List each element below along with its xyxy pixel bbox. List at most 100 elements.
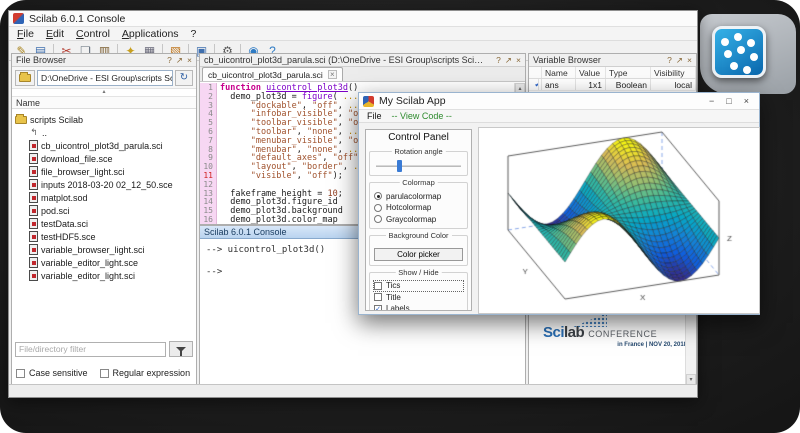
regular-expression-checkbox[interactable]: Regular expression <box>100 368 191 378</box>
up-directory-icon: ↰ <box>29 127 39 138</box>
help-panel-icon[interactable]: ? <box>167 55 172 66</box>
checkbox-icon <box>374 293 382 301</box>
scinotes-title: cb_uicontrol_plot3d_parula.sci (D:\OneDr… <box>204 55 484 65</box>
colormap-radio[interactable]: Graycolormap <box>374 214 463 225</box>
conference-subtitle: in France | NOV 20, 2018 <box>543 342 691 348</box>
news-scrollbar[interactable]: ▾ <box>685 309 696 385</box>
filter-button[interactable] <box>169 341 193 357</box>
file-item[interactable]: inputs 2018-03-20 02_12_50.sce <box>12 178 196 191</box>
sci-file-icon <box>29 140 38 151</box>
open-folder-button[interactable] <box>15 70 35 86</box>
radio-icon <box>374 192 382 200</box>
menu-item[interactable]: File <box>11 28 40 40</box>
close-panel-icon[interactable]: × <box>687 55 692 66</box>
sci-file-icon <box>29 257 38 268</box>
menu-item[interactable]: Control <box>70 28 116 40</box>
app-title-bar[interactable]: My Scilab App − □ × <box>359 93 759 110</box>
file-item[interactable]: testHDF5.sce <box>12 230 196 243</box>
name-column-header[interactable]: Name <box>12 96 196 109</box>
panel-buttons: ? ↗ × <box>496 55 521 66</box>
file-item-label: variable_browser_light.sci <box>41 245 145 255</box>
menu-item[interactable]: Applications <box>116 28 185 40</box>
colormap-radio[interactable]: parulacolormap <box>374 191 463 202</box>
sci-file-icon <box>29 192 38 203</box>
title-bar[interactable]: Scilab 6.0.1 Console <box>9 11 697 27</box>
colormap-radio[interactable]: Hotcolormap <box>374 203 463 214</box>
app-window-title: My Scilab App <box>379 95 446 107</box>
radio-label: Hotcolormap <box>386 203 431 212</box>
menu-item[interactable]: ? <box>185 28 203 40</box>
checkbox-icon: ✓ <box>374 305 382 311</box>
undock-panel-icon[interactable]: ↗ <box>676 55 683 66</box>
file-item[interactable]: pod.sci <box>12 204 196 217</box>
file-item[interactable]: cb_uicontrol_plot3d_parula.sci <box>12 139 196 152</box>
checkbox-label: Tics <box>386 281 400 290</box>
file-item[interactable]: download_file.sce <box>12 152 196 165</box>
help-panel-icon[interactable]: ? <box>667 55 672 66</box>
conference-brand: Sci lab CONFERENCE <box>543 324 691 341</box>
variable-browser-header[interactable]: Variable Browser ? ↗ × <box>529 54 696 67</box>
path-text: D:\OneDrive - ESI Group\scripts Scilab\ <box>41 73 173 83</box>
conference-logo: Sci lab CONFERENCE in France | NOV 20, 2… <box>543 324 691 364</box>
file-item[interactable]: variable_browser_light.sci <box>12 243 196 256</box>
checkbox-label: Title <box>386 293 401 302</box>
path-combobox[interactable]: D:\OneDrive - ESI Group\scripts Scilab\ … <box>37 70 173 86</box>
undock-panel-icon[interactable]: ↗ <box>505 55 512 66</box>
maximize-icon[interactable]: □ <box>726 96 731 106</box>
showhide-checkbox[interactable]: Tics <box>374 281 463 292</box>
file-tree-root-label: scripts Scilab <box>30 115 83 125</box>
file-item-label: pod.sci <box>41 206 70 216</box>
surface-plot-canvas <box>479 128 759 314</box>
file-list: scripts Scilab↰.. cb_uicontrol_plot3d_par… <box>12 111 196 337</box>
slider-thumb[interactable] <box>397 160 402 172</box>
column-header[interactable]: Name <box>542 67 576 78</box>
undock-panel-icon[interactable]: ↗ <box>176 55 183 66</box>
file-item-label: cb_uicontrol_plot3d_parula.sci <box>41 141 163 151</box>
file-filter-input[interactable] <box>15 342 166 357</box>
app-menu-file[interactable]: File <box>367 111 382 121</box>
file-item[interactable]: testData.sci <box>12 217 196 230</box>
file-item[interactable]: variable_editor_light.sci <box>12 269 196 282</box>
case-sensitive-checkbox[interactable]: Case sensitive <box>16 368 88 378</box>
brand-conference: CONFERENCE <box>588 329 657 339</box>
row-checkbox[interactable]: ✔ <box>529 79 542 90</box>
close-icon[interactable]: × <box>744 96 749 106</box>
colormap-options: parulacolormapHotcolormap Graycolormap <box>374 191 463 225</box>
collapse-caret-icon[interactable]: ▴ <box>12 89 196 96</box>
radio-label: Graycolormap <box>386 215 436 224</box>
close-panel-icon[interactable]: × <box>187 55 192 66</box>
table-row[interactable]: ✔ans1x1Booleanlocal <box>529 79 696 91</box>
editor-tab[interactable]: cb_uicontrol_plot3d_parula.sci × <box>202 67 343 81</box>
refresh-button[interactable]: ↻ <box>175 70 193 86</box>
close-panel-icon[interactable]: × <box>516 55 521 66</box>
file-item-label: file_browser_light.sci <box>41 167 125 177</box>
showhide-checkbox[interactable]: ✓Labels <box>374 304 463 312</box>
file-item[interactable]: file_browser_light.sci <box>12 165 196 178</box>
showhide-checkbox[interactable]: Title <box>374 292 463 303</box>
cell-value: 1x1 <box>576 79 606 90</box>
sci-file-icon <box>29 244 38 255</box>
help-panel-icon[interactable]: ? <box>496 55 501 66</box>
console-title: Scilab 6.0.1 Console <box>204 227 287 237</box>
app-menu-view-code[interactable]: -- View Code -- <box>392 111 452 121</box>
column-header[interactable]: Visibility <box>651 67 696 78</box>
column-header[interactable]: Type <box>606 67 651 78</box>
rotation-slider[interactable] <box>374 160 463 172</box>
file-browser-header[interactable]: File Browser ? ↗ × <box>12 54 196 67</box>
file-item-label: variable_editor_light.sci <box>41 271 135 281</box>
line-number: 16 <box>200 216 216 224</box>
file-item[interactable]: variable_editor_light.sce <box>12 256 196 269</box>
filter-row <box>12 339 196 359</box>
color-picker-button[interactable]: Color picker <box>374 248 463 261</box>
column-header[interactable]: Value <box>576 67 606 78</box>
minimize-icon[interactable]: − <box>709 96 714 106</box>
close-tab-icon[interactable]: × <box>328 70 337 79</box>
file-item[interactable]: matplot.sod <box>12 191 196 204</box>
menu-item[interactable]: Edit <box>40 28 70 40</box>
scinotes-header[interactable]: cb_uicontrol_plot3d_parula.sci (D:\OneDr… <box>200 54 525 67</box>
check-icon: ✔ <box>532 79 539 90</box>
file-tree-root[interactable]: scripts Scilab <box>12 113 196 126</box>
file-item[interactable]: ↰.. <box>12 126 196 139</box>
checkbox-icon <box>374 282 382 290</box>
screenshot-frame: Scilab 6.0.1 Console FileEditControlAppl… <box>0 0 800 433</box>
